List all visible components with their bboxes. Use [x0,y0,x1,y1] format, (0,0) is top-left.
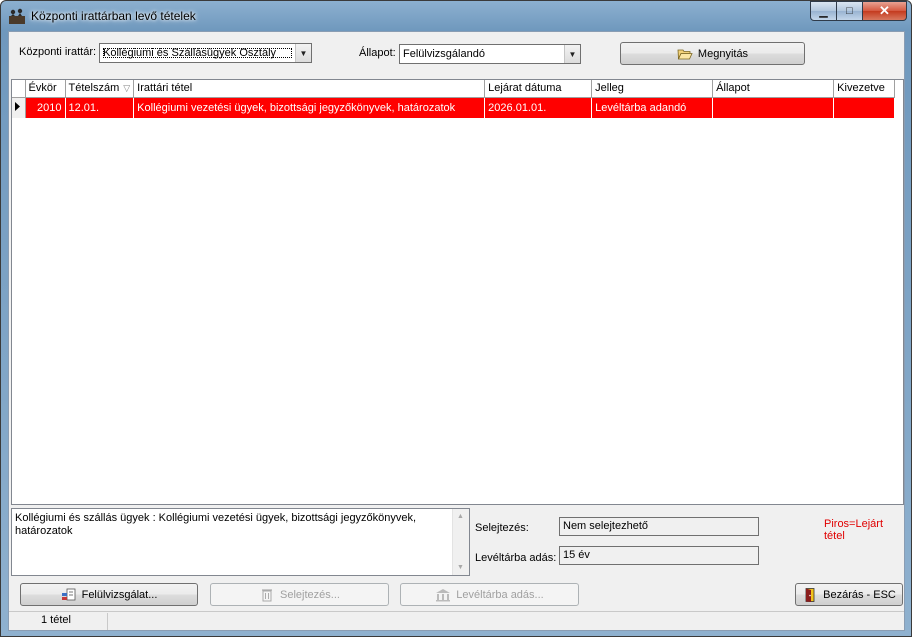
archive-building-icon [436,588,451,601]
chevron-down-icon: ▼ [564,45,580,63]
current-row-indicator [12,97,26,118]
leveltarba-label: Levéltárba adás: [475,552,557,564]
maximize-button[interactable]: □ [837,1,863,21]
archive-figures-icon [9,8,25,24]
leveltarba-field: 15 év [559,546,759,565]
maximize-icon: □ [846,5,853,17]
archive-select[interactable]: Kollégiumi és Szállásügyek Osztály ▼ [99,43,312,63]
minimize-button[interactable]: ▁ [810,1,837,21]
archive-label: Központi irattár: [19,46,97,58]
selejtezes-field: Nem selejtezhető [559,517,759,536]
discard-button-label: Selejtezés... [280,588,340,601]
column-header-tetelszam-label: Tételszám [68,82,120,95]
cell-kivezetve [833,97,896,118]
scroll-down-icon: ▼ [457,564,464,571]
title-bar[interactable]: Központi irattárban levő tételek ▁ □ ✕ [1,1,911,31]
selejtezes-label: Selejtezés: [475,522,529,534]
column-header-evkor[interactable]: Évkör [25,80,66,98]
state-select-value: Felülvizsgálandó [403,48,485,60]
column-header-irattari-tetel[interactable]: Irattári tétel [133,80,486,98]
column-header-allapot[interactable]: Állapot [712,80,835,98]
cell-tetelszam: 12.01. [65,97,135,118]
caption-buttons: ▁ □ ✕ [810,1,907,21]
archive-button-label: Levéltárba adás... [456,588,544,601]
discard-button[interactable]: Selejtezés... [210,583,389,606]
scroll-up-icon: ▲ [457,513,464,520]
minimize-icon: ▁ [819,5,828,18]
window-title: Központi irattárban levő tételek [31,9,196,23]
open-button-label: Megnyitás [697,47,749,60]
state-label: Állapot: [359,47,396,59]
table-row[interactable]: 2010 12.01. Kollégiumi vezetési ügyek, b… [12,97,896,118]
cell-lejarat: 2026.01.01. [484,97,593,118]
cell-allapot [712,97,835,118]
open-button[interactable]: Megnyitás [620,42,805,65]
item-description-memo[interactable]: Kollégiumi és szállás ügyek : Kollégiumi… [11,508,470,576]
archive-select-value: Kollégiumi és Szállásügyek Osztály [102,47,293,59]
grid-header-row: Évkör Tételszám ▽ Irattári tétel Lejárat … [12,80,896,98]
folder-open-icon [677,49,693,59]
close-button-label: Bezárás - ESC [823,588,896,601]
review-document-icon [61,588,75,600]
status-bar: 1 tétel [9,611,904,630]
column-header-lejarat[interactable]: Lejárat dátuma [484,80,593,98]
sort-descending-icon: ▽ [123,83,131,94]
state-select[interactable]: Felülvizsgálandó ▼ [399,44,581,64]
trash-icon [262,588,273,601]
items-grid[interactable]: Évkör Tételszám ▽ Irattári tétel Lejárat … [11,79,904,505]
row-indicator-header [12,80,26,98]
client-area: Központi irattár: Kollégiumi és Szállásü… [8,31,905,631]
exit-door-icon [805,587,815,602]
expired-legend: Piros=Lejárt tétel [824,518,884,542]
cell-evkor: 2010 [25,97,66,118]
column-header-tetelszam[interactable]: Tételszám ▽ [65,80,135,98]
close-window-button[interactable]: ✕ [863,1,907,21]
cell-jelleg: Levéltárba adandó [591,97,714,118]
review-button-label: Felülvizsgálat... [81,588,158,601]
main-window: Központi irattárban levő tételek ▁ □ ✕ K… [0,0,912,637]
memo-scrollbar[interactable]: ▲ ▼ [452,509,469,575]
close-button[interactable]: Bezárás - ESC [795,583,903,606]
item-description-text: Kollégiumi és szállás ügyek : Kollégiumi… [15,512,417,537]
cell-irattari-tetel: Kollégiumi vezetési ügyek, bizottsági je… [133,97,486,118]
column-header-kivezetve[interactable]: Kivezetve [833,80,896,98]
item-count: 1 tétel [41,614,71,626]
status-separator [107,613,108,630]
column-header-jelleg[interactable]: Jelleg [591,80,714,98]
chevron-down-icon: ▼ [295,44,311,62]
close-icon: ✕ [879,3,890,18]
row-pointer-icon [15,101,20,111]
archive-button[interactable]: Levéltárba adás... [400,583,579,606]
review-button[interactable]: Felülvizsgálat... [20,583,198,606]
